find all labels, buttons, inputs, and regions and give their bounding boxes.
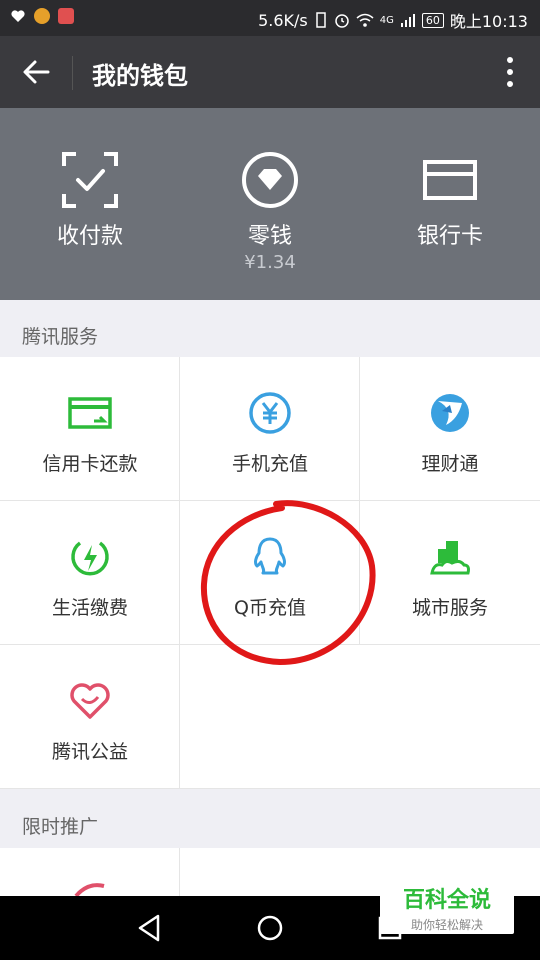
page-title: 我的钱包 [92, 62, 188, 90]
triangle-back-icon [138, 914, 160, 942]
watermark-badge: 百科全说 助你轻松解决 [380, 876, 514, 934]
promotion-icon [74, 883, 105, 898]
charity-heart-icon [68, 679, 112, 723]
empty-cell [180, 645, 540, 789]
nav-back-button[interactable] [132, 910, 168, 946]
yuan-coin-icon [248, 391, 292, 435]
clock: 晚上10:13 [449, 12, 528, 31]
promotion-item[interactable] [0, 848, 180, 898]
scan-pay-icon [58, 148, 122, 212]
service-wealth[interactable]: 理财通 [360, 357, 540, 501]
balance-amount: ¥1.34 [244, 252, 296, 273]
map-app-icon [58, 8, 74, 24]
qq-penguin-icon [248, 535, 292, 579]
service-label: 城市服务 [411, 597, 488, 619]
service-charity[interactable]: 腾讯公益 [0, 645, 180, 789]
tencent-services-title: 腾讯服务 [22, 326, 99, 348]
alarm-icon [335, 14, 349, 28]
service-city[interactable]: 城市服务 [360, 501, 540, 645]
service-qcoin-topup[interactable]: Q币充值 [180, 501, 360, 645]
bank-card-button[interactable]: 银行卡 [360, 108, 540, 300]
service-label: 手机充值 [231, 453, 308, 475]
screen: { "status_bar": { "speed": "5.6K/s", "ne… [0, 0, 540, 960]
more-menu-button[interactable] [502, 54, 518, 90]
more-vertical-icon [507, 57, 513, 87]
payment-code-button[interactable]: 收付款 [0, 108, 180, 300]
battery-level: 60 [421, 12, 444, 28]
status-bar: 5.6K/s 4G 60 晚上10:13 [0, 0, 540, 36]
service-label: 理财通 [421, 453, 479, 475]
service-mobile-topup[interactable]: 手机充值 [180, 357, 360, 501]
service-label: 信用卡还款 [42, 453, 138, 475]
diamond-coin-icon [238, 148, 302, 212]
credit-card-repay-icon [68, 391, 112, 435]
payment-code-label: 收付款 [56, 224, 123, 249]
app-bar-divider [72, 56, 73, 90]
service-credit-card-repay[interactable]: 信用卡还款 [0, 357, 180, 501]
health-app-icon [10, 8, 26, 24]
nav-home-button[interactable] [252, 910, 288, 946]
wallet-header: 收付款 零钱 ¥1.34 银行卡 [0, 108, 540, 300]
bank-card-icon [418, 148, 482, 212]
promotions-title: 限时推广 [22, 816, 99, 838]
balance-button[interactable]: 零钱 ¥1.34 [180, 108, 360, 300]
network-type: 4G [379, 14, 394, 26]
signal-icon [400, 14, 415, 27]
city-icon [428, 535, 472, 579]
service-label: 生活缴费 [51, 597, 128, 619]
back-button[interactable] [18, 52, 58, 92]
network-speed: 5.6K/s [258, 10, 308, 30]
service-label: Q币充值 [234, 597, 306, 619]
circle-home-icon [257, 915, 283, 941]
vibrate-icon [316, 12, 326, 28]
app-bar: 我的钱包 [0, 36, 540, 108]
balance-label: 零钱 [247, 224, 292, 249]
watermark-subtitle: 助你轻松解决 [410, 918, 483, 932]
service-label: 腾讯公益 [51, 741, 128, 763]
wealth-icon [428, 391, 472, 435]
utility-bolt-icon [68, 535, 112, 579]
weibo-icon [34, 8, 50, 24]
watermark-title: 百科全说 [402, 888, 491, 913]
wifi-icon [356, 13, 374, 27]
arrow-left-icon [23, 60, 50, 84]
bank-card-label: 银行卡 [416, 224, 483, 249]
service-utility-bills[interactable]: 生活缴费 [0, 501, 180, 645]
services-grid: 信用卡还款 手机充值 理财通 生活缴费 Q币充值 城市服务 腾讯公益 [0, 357, 540, 789]
